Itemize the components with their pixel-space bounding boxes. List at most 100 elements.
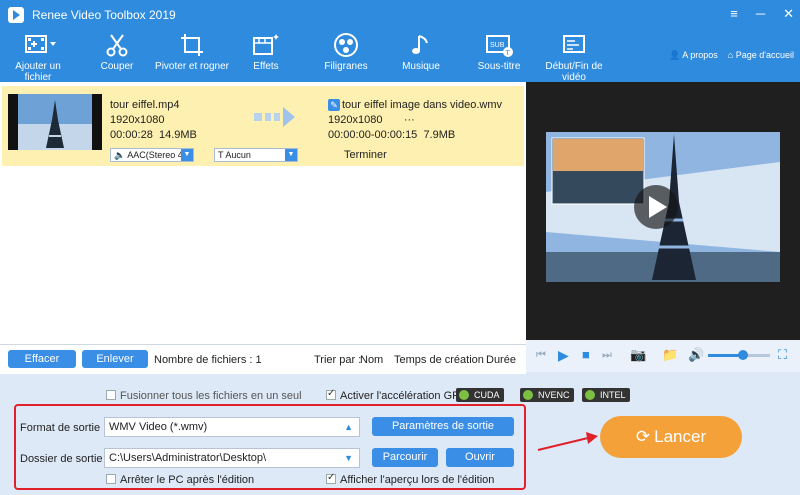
sort-by-duration[interactable]: Durée [486, 354, 516, 366]
tool-label: Pivoter et rogner [155, 61, 229, 72]
source-resolution: 1920x1080 [110, 114, 165, 126]
tool-label: Couper [100, 61, 134, 72]
about-label: A propos [682, 50, 718, 60]
format-value: WMV Video (*.wmv) [109, 421, 208, 433]
list-item[interactable]: tour eiffel.mp4 1920x1080 00:00:28 14.9M… [2, 86, 524, 166]
merge-label: Fusionner tous les fichiers en un seul [120, 390, 302, 402]
output-params-button[interactable]: Paramètres de sortie [372, 417, 514, 436]
rotate-crop-button[interactable]: Pivoter et rogner [155, 32, 229, 72]
launch-label: Lancer [654, 427, 707, 446]
next-icon[interactable]: ⏭ [602, 349, 612, 362]
add-file-button[interactable]: Ajouter un fichier [2, 32, 74, 83]
open-button[interactable]: Ouvrir [446, 448, 514, 467]
edit-output-icon[interactable]: ✎ [328, 99, 340, 111]
subtitle-select[interactable]: T Aucun ▼ [214, 148, 298, 162]
source-size: 14.9MB [158, 129, 197, 141]
player-controls: ⏮ ▶ ■ ⏭ 📷 📁 🔊 ⛶ [526, 340, 800, 372]
subtitle-icon: SUBT [486, 35, 513, 57]
arrow-pointer-icon [537, 432, 598, 451]
folder-icon[interactable]: 📁 [662, 347, 678, 363]
list-toolbar: Effacer Enlever Nombre de fichiers : 1 T… [0, 344, 526, 374]
format-label: Format de sortie : [20, 422, 107, 434]
music-button[interactable]: Musique [400, 32, 442, 72]
gpu-checkbox[interactable]: Activer l'accélération GPU [326, 388, 468, 402]
cut-button[interactable]: Couper [92, 32, 142, 72]
minimize-button[interactable]: ─ [756, 6, 765, 22]
video-thumbnail [8, 94, 102, 150]
audio-track-select[interactable]: 🔈 AAC(Stereo 4 ▼ [110, 148, 194, 162]
fullscreen-icon[interactable]: ⛶ [778, 347, 787, 363]
watermark-icon [334, 33, 358, 57]
chevron-down-icon: ▼ [344, 453, 353, 463]
about-link[interactable]: 👤 A propos [669, 50, 718, 61]
effects-button[interactable]: Effets [246, 32, 286, 72]
intel-badge[interactable]: INTEL [582, 388, 630, 402]
browse-button[interactable]: Parcourir [372, 448, 438, 467]
volume-handle[interactable] [738, 350, 748, 360]
convert-arrow-icon [254, 107, 295, 127]
file-count: Nombre de fichiers : 1 [154, 354, 262, 366]
effects-icon [253, 34, 279, 55]
person-icon: 👤 [669, 50, 681, 60]
app-logo-icon [8, 7, 24, 23]
app-window: Renee Video Toolbox 2019 ≡ ─ ✕ Ajouter u… [0, 0, 800, 495]
shutdown-checkbox[interactable]: Arrêter le PC après l'édition [106, 474, 254, 486]
chevron-down-icon: ▼ [181, 149, 193, 161]
output-settings: Fusionner tous les fichiers en un seul A… [0, 374, 800, 495]
clear-button[interactable]: Effacer [8, 350, 76, 368]
sort-label: Trier par : [314, 354, 362, 366]
tool-label: Début/Fin de vidéo [545, 61, 603, 83]
subtitle-button[interactable]: SUB T Sous-titre [474, 32, 524, 72]
folder-value: C:\Users\Administrator\Desktop\ [109, 452, 267, 464]
window-title: Renee Video Toolbox 2019 [32, 8, 176, 22]
merge-checkbox[interactable]: Fusionner tous les fichiers en un seul [106, 390, 302, 402]
sort-by-name[interactable]: Nom [360, 354, 383, 366]
watermark-button[interactable]: Filigranes [318, 32, 374, 72]
svg-text:SUB: SUB [490, 42, 505, 49]
video-preview [526, 82, 800, 344]
camera-icon[interactable]: 📷 [630, 347, 646, 363]
preview-checkbox[interactable]: Afficher l'aperçu lors de l'édition [326, 472, 495, 486]
tool-label: Filigranes [324, 61, 368, 72]
subtitle-value: Aucun [225, 150, 251, 160]
rotate-crop-icon [181, 34, 203, 56]
title-bar: Renee Video Toolbox 2019 ≡ ─ ✕ [0, 0, 800, 30]
menu-button[interactable]: ≡ [730, 6, 738, 22]
volume-icon[interactable]: 🔊 [688, 347, 704, 363]
cuda-badge[interactable]: CUDA [456, 388, 504, 402]
folder-input[interactable]: C:\Users\Administrator\Desktop\ ▼ [104, 448, 360, 468]
nvenc-badge[interactable]: NVENC [520, 388, 574, 402]
refresh-icon: ⟳ [635, 427, 651, 446]
svg-text:T: T [506, 50, 511, 57]
gpu-label: Activer l'accélération GPU [340, 390, 468, 402]
home-label: Page d'accueil [735, 50, 794, 60]
previous-icon[interactable]: ⏮ [536, 349, 546, 362]
remove-button[interactable]: Enlever [82, 350, 148, 368]
format-select[interactable]: WMV Video (*.wmv) ▲ [104, 417, 360, 437]
chevron-down-icon: ▼ [285, 149, 297, 161]
preview-label: Afficher l'aperçu lors de l'édition [340, 474, 495, 486]
output-resolution: 1920x1080 [328, 114, 383, 126]
stop-icon[interactable]: ■ [582, 347, 590, 362]
close-button[interactable]: ✕ [783, 6, 794, 22]
volume-slider[interactable] [708, 350, 770, 360]
source-duration: 00:00:28 [110, 129, 153, 141]
tool-label: Musique [402, 61, 440, 72]
home-link[interactable]: ⌂ Page d'accueil [728, 50, 794, 61]
output-filename: tour eiffel image dans video.wmv [342, 99, 502, 111]
audio-track-value: AAC(Stereo 4 [127, 150, 183, 160]
play-icon[interactable]: ▶ [558, 347, 569, 364]
home-icon: ⌂ [727, 50, 734, 60]
file-list: tour eiffel.mp4 1920x1080 00:00:28 14.9M… [0, 82, 526, 344]
add-video-icon [25, 35, 56, 53]
launch-button[interactable]: ⟳ Lancer [600, 416, 742, 458]
sort-by-time[interactable]: Temps de création [394, 354, 484, 366]
checkbox-box [326, 388, 336, 400]
chevron-up-icon: ▲ [344, 422, 353, 432]
shutdown-label: Arrêter le PC après l'édition [120, 474, 255, 486]
intro-outro-icon [563, 35, 585, 53]
main-toolbar: Ajouter un fichier Couper Pivoter et rog… [0, 30, 800, 83]
music-icon [412, 35, 428, 54]
output-more[interactable]: ··· [404, 114, 415, 126]
intro-outro-button[interactable]: Début/Fin de vidéo [534, 32, 614, 83]
